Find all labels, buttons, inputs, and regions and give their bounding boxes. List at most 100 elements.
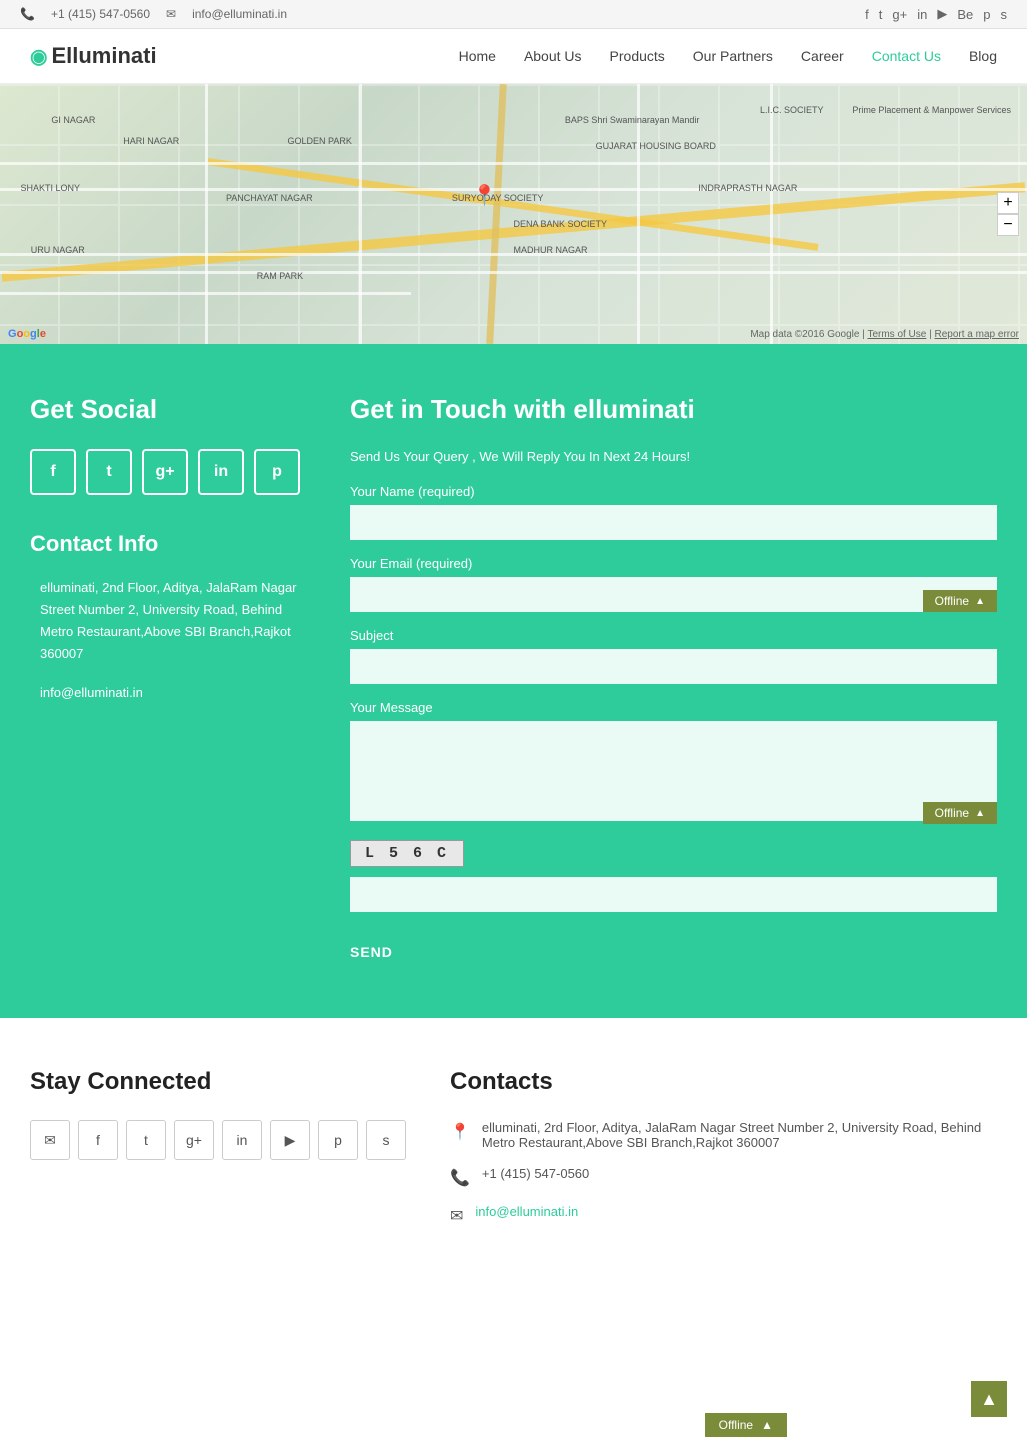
top-bar-left: 📞 +1 (415) 547-0560 ✉ info@elluminati.in <box>20 7 287 21</box>
footer-pinterest-icon[interactable]: p <box>318 1120 358 1160</box>
topbar-linkedin-link[interactable]: in <box>917 7 927 22</box>
footer-youtube-icon[interactable]: ▶ <box>270 1120 310 1160</box>
footer-address-item: 📍 elluminati, 2rd Floor, Aditya, JalaRam… <box>450 1120 997 1150</box>
nav-contact[interactable]: Contact Us <box>872 48 941 64</box>
social-facebook-icon[interactable]: f <box>30 449 76 495</box>
offline-widget-footer[interactable]: Offline ▲ <box>705 1413 787 1437</box>
captcha-input[interactable] <box>350 877 997 912</box>
topbar-skype-link[interactable]: s <box>1001 7 1008 22</box>
footer-gplus-icon[interactable]: g+ <box>174 1120 214 1160</box>
right-column: Get in Touch with elluminati Send Us You… <box>350 394 997 968</box>
footer-skype-icon[interactable]: s <box>366 1120 406 1160</box>
topbar-pinterest-link[interactable]: p <box>983 7 990 22</box>
offline-widget-label: Offline <box>719 1418 753 1432</box>
social-icons-row: f t g+ in p <box>30 449 310 495</box>
name-input[interactable] <box>350 505 997 540</box>
map-footer: Map data ©2016 Google | Terms of Use | R… <box>750 329 1019 340</box>
map-label-panchayat: PANCHAYAT NAGAR <box>226 193 313 203</box>
google-logo: Google <box>8 328 46 340</box>
contacts-title: Contacts <box>450 1068 997 1096</box>
map-section: GI NAGAR HARI NAGAR GOLDEN PARK SHAKTI L… <box>0 84 1027 344</box>
map-zoom: + − <box>997 192 1019 236</box>
map-label-gi-nagar: GI NAGAR <box>51 115 95 125</box>
email-icon-footer: ✉ <box>450 1206 463 1226</box>
topbar-twitter-link[interactable]: t <box>879 7 883 22</box>
zoom-in-button[interactable]: + <box>997 192 1019 214</box>
footer-right: Contacts 📍 elluminati, 2rd Floor, Aditya… <box>450 1068 997 1242</box>
chevron-up-icon-2: ▲ <box>975 808 985 819</box>
subject-input[interactable] <box>350 649 997 684</box>
map-label-golden: GOLDEN PARK <box>288 136 352 146</box>
social-linkedin-icon[interactable]: in <box>198 449 244 495</box>
message-textarea[interactable] <box>350 721 997 821</box>
topbar-gplus-link[interactable]: g+ <box>892 7 907 22</box>
map-label-suryoday: SURYODAY SOCIETY <box>452 193 544 203</box>
nav-career[interactable]: Career <box>801 48 844 64</box>
subject-group: Subject <box>350 628 997 684</box>
footer-linkedin-icon[interactable]: in <box>222 1120 262 1160</box>
offline-label-email: Offline <box>935 594 969 608</box>
email-input[interactable] <box>350 577 997 612</box>
map-label-baps: BAPS Shri Swaminarayan Mandir <box>565 115 700 125</box>
social-gplus-icon[interactable]: g+ <box>142 449 188 495</box>
form-title: Get in Touch with elluminati <box>350 394 997 425</box>
topbar-email: info@elluminati.in <box>192 7 287 21</box>
captcha-display: L 5 6 C <box>350 840 464 867</box>
footer-left: Stay Connected ✉ f t g+ in ▶ p s <box>30 1068 410 1242</box>
map-placeholder: GI NAGAR HARI NAGAR GOLDEN PARK SHAKTI L… <box>0 84 1027 344</box>
nav-links: Home About Us Products Our Partners Care… <box>459 48 997 64</box>
nav-blog[interactable]: Blog <box>969 48 997 64</box>
footer-phone: +1 (415) 547-0560 <box>482 1166 589 1181</box>
map-terms[interactable]: Terms of Use <box>867 329 926 340</box>
topbar-behance-link[interactable]: Be <box>957 7 973 22</box>
send-button[interactable]: SEND <box>350 936 393 968</box>
contact-email: info@elluminati.in <box>30 685 310 700</box>
map-label-dena: DENA BANK SOCIETY <box>514 219 608 229</box>
main-section: Get Social f t g+ in p Contact Info ellu… <box>0 344 1027 1018</box>
footer-email-icon[interactable]: ✉ <box>30 1120 70 1160</box>
topbar-facebook-link[interactable]: f <box>865 7 869 22</box>
map-label-indraprasth: INDRAPRASTH NAGAR <box>698 183 797 193</box>
nav-partners[interactable]: Our Partners <box>693 48 773 64</box>
nav-about[interactable]: About Us <box>524 48 582 64</box>
map-report[interactable]: Report a map error <box>935 329 1019 340</box>
map-label-gujarat: GUJARAT HOUSING BOARD <box>596 141 716 151</box>
captcha-group: L 5 6 C <box>350 840 997 912</box>
map-label-hari: HARI NAGAR <box>123 136 179 146</box>
footer-phone-item: 📞 +1 (415) 547-0560 <box>450 1166 997 1188</box>
nav-products[interactable]: Products <box>610 48 665 64</box>
location-icon: 📍 <box>450 1122 470 1142</box>
map-label-lic: L.I.C. SOCIETY <box>760 105 824 115</box>
social-twitter-icon[interactable]: t <box>86 449 132 495</box>
message-label: Your Message <box>350 700 997 715</box>
logo-pin-icon: ◉ <box>30 44 47 69</box>
footer-email-link[interactable]: info@elluminati.in <box>475 1204 578 1219</box>
subject-label: Subject <box>350 628 997 643</box>
offline-widget-chevron: ▲ <box>761 1418 773 1432</box>
scroll-top-button[interactable]: ▲ <box>971 1381 1007 1417</box>
stay-connected-title: Stay Connected <box>30 1068 410 1096</box>
map-label-prime: Prime Placement & Manpower Services <box>852 105 1011 115</box>
navbar: ◉ Elluminati Home About Us Products Our … <box>0 29 1027 84</box>
map-label-madhur: MADHUR NAGAR <box>514 245 588 255</box>
map-label-ram: RAM PARK <box>257 271 303 281</box>
topbar-youtube-link[interactable]: ▶ <box>937 6 947 22</box>
offline-badge-message[interactable]: Offline ▲ <box>923 802 997 824</box>
email-group: Your Email (required) Offline ▲ <box>350 556 997 612</box>
map-copyright: Map data ©2016 Google <box>750 329 859 340</box>
footer-email-item: ✉ info@elluminati.in <box>450 1204 997 1226</box>
zoom-out-button[interactable]: − <box>997 214 1019 236</box>
footer-facebook-icon[interactable]: f <box>78 1120 118 1160</box>
contact-info-title: Contact Info <box>30 531 310 557</box>
footer: Stay Connected ✉ f t g+ in ▶ p s Contact… <box>0 1018 1027 1292</box>
offline-badge-email[interactable]: Offline ▲ <box>923 590 997 612</box>
map-label-shakti: SHAKTI LONY <box>21 183 81 193</box>
left-column: Get Social f t g+ in p Contact Info ellu… <box>30 394 310 968</box>
phone-icon-footer: 📞 <box>450 1168 470 1188</box>
chevron-up-icon: ▲ <box>975 596 985 607</box>
form-subtitle: Send Us Your Query , We Will Reply You I… <box>350 449 997 464</box>
map-pin: 📍 <box>472 183 497 208</box>
nav-home[interactable]: Home <box>459 48 496 64</box>
social-pinterest-icon[interactable]: p <box>254 449 300 495</box>
footer-twitter-icon[interactable]: t <box>126 1120 166 1160</box>
